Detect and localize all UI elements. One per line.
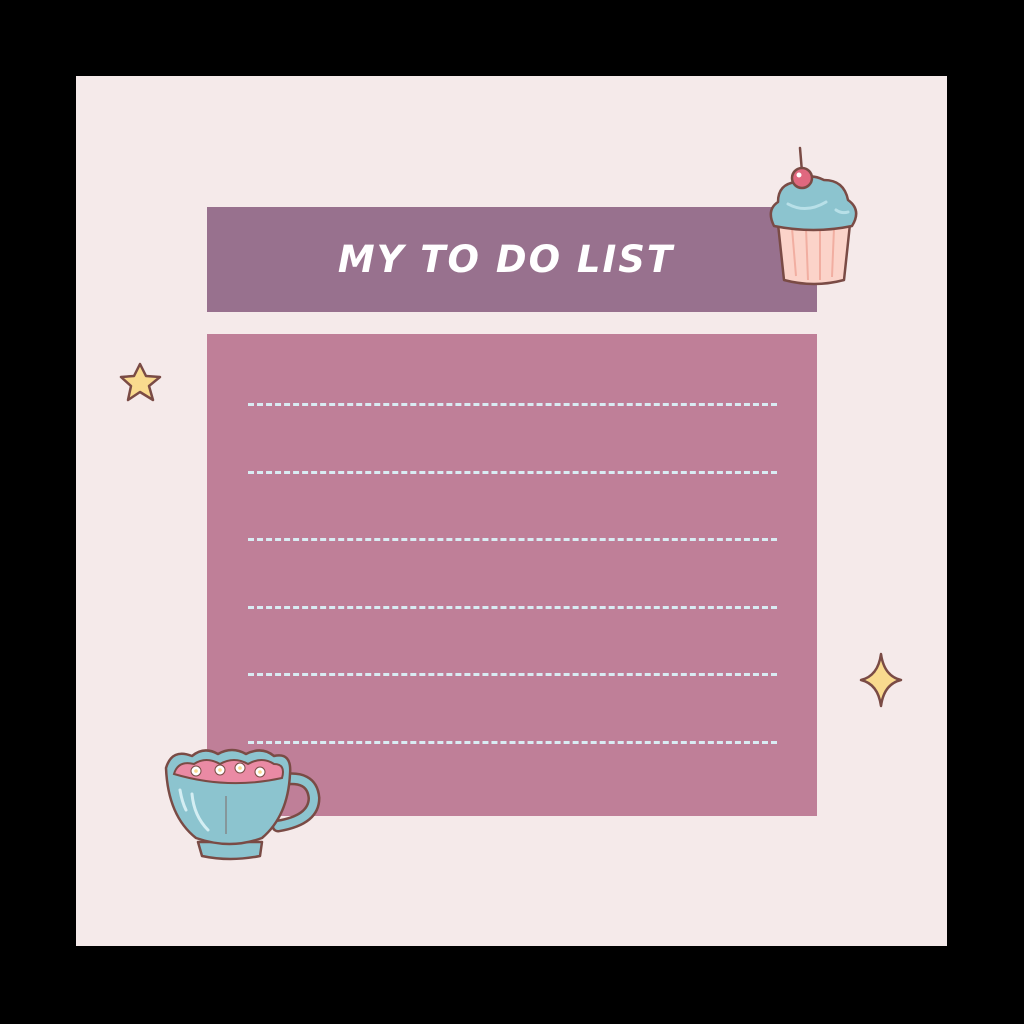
teacup-icon (164, 748, 321, 861)
todo-line-5[interactable] (248, 673, 777, 676)
todo-line-1[interactable] (248, 403, 777, 406)
todo-line-2[interactable] (248, 471, 777, 474)
todo-line-3[interactable] (248, 538, 777, 541)
page-title: MY TO DO LIST (337, 238, 675, 281)
title-banner: MY TO DO LIST (207, 207, 817, 312)
todo-card: MY TO DO LIST (76, 76, 947, 946)
todo-line-6[interactable] (248, 741, 777, 744)
star-icon (119, 362, 162, 402)
cupcake-icon (769, 146, 858, 286)
todo-list-panel (207, 334, 817, 816)
todo-line-4[interactable] (248, 606, 777, 609)
sparkle-icon (859, 652, 903, 708)
